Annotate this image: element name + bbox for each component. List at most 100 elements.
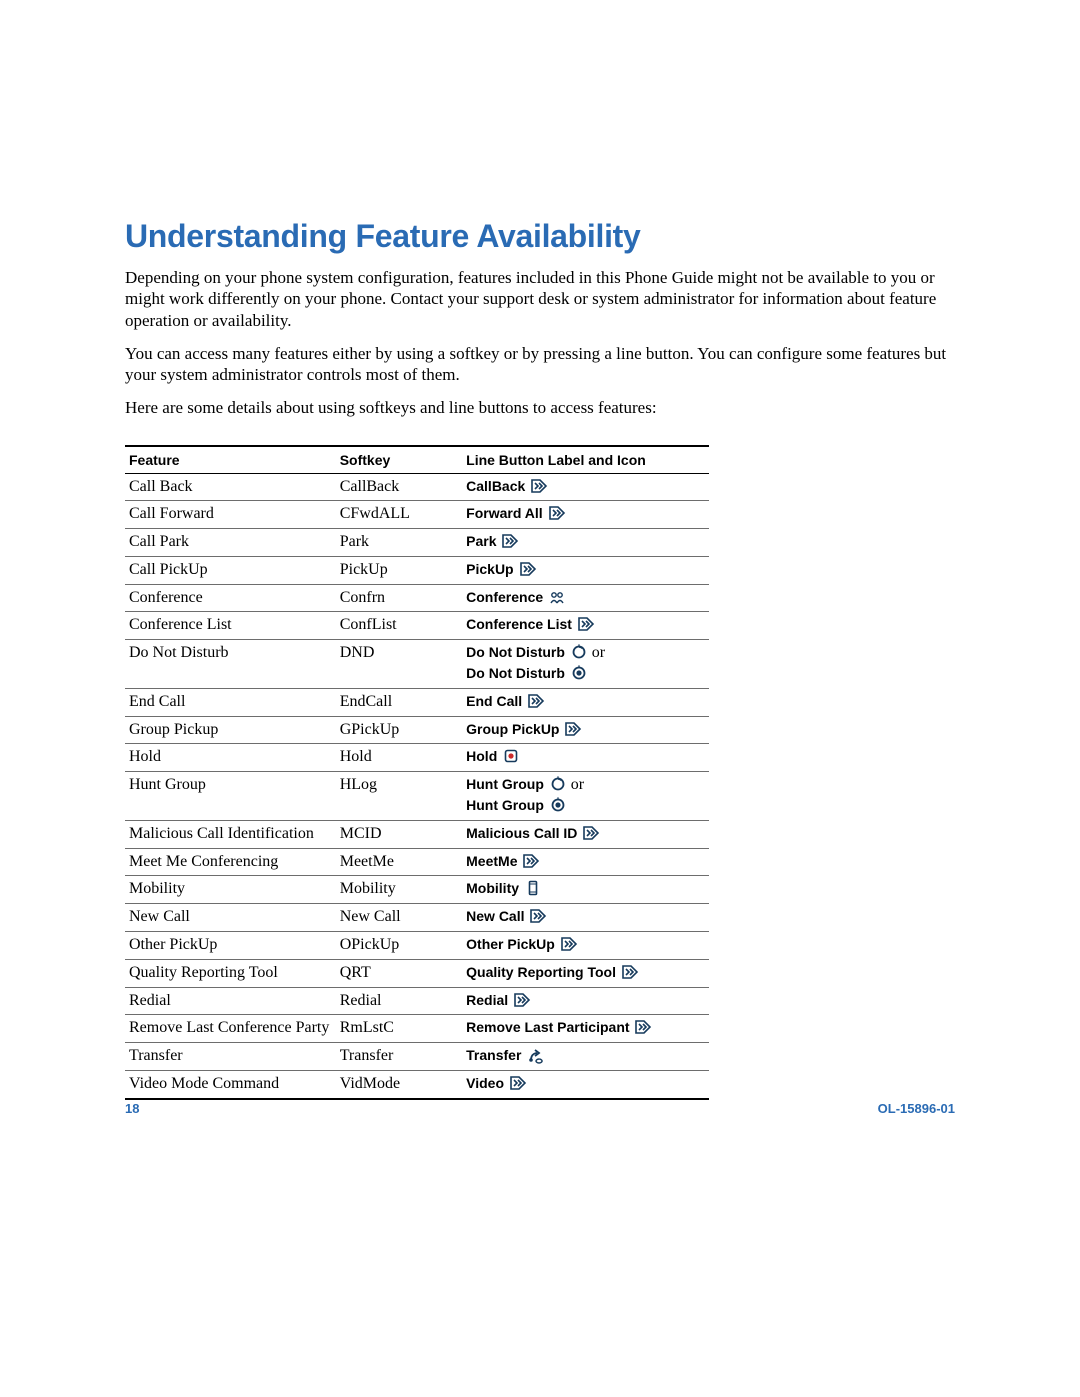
label-text: Transfer (466, 1047, 525, 1063)
chev-icon (635, 1019, 652, 1035)
cell-label: Remove Last Participant (462, 1015, 709, 1043)
cell-softkey: HLog (336, 772, 462, 821)
chev-icon (565, 721, 582, 737)
label-text: End Call (466, 693, 526, 709)
table-row: ConferenceConfrnConference (125, 584, 709, 612)
cell-label: MeetMe (462, 848, 709, 876)
cell-softkey: Transfer (336, 1043, 462, 1071)
table-row: Call ForwardCFwdALLForward All (125, 501, 709, 529)
cell-feature: Video Mode Command (125, 1071, 336, 1099)
cell-softkey: DND (336, 640, 462, 689)
chev-icon (514, 992, 531, 1008)
page-footer: 18 OL-15896-01 (125, 1101, 955, 1116)
label-text: MeetMe (466, 853, 521, 869)
table-row: End CallEndCallEnd Call (125, 688, 709, 716)
cell-label: Quality Reporting Tool (462, 959, 709, 987)
col-header-feature: Feature (125, 446, 336, 474)
dnd-off-icon (550, 776, 567, 792)
table-row: RedialRedialRedial (125, 987, 709, 1015)
chev-icon (520, 561, 537, 577)
table-row: Call PickUpPickUpPickUp (125, 556, 709, 584)
chev-icon (523, 853, 540, 869)
table-row: New CallNew CallNew Call (125, 904, 709, 932)
cell-feature: Call Back (125, 473, 336, 501)
label-suffix: or (567, 776, 584, 793)
cell-feature: New Call (125, 904, 336, 932)
label-text: Video (466, 1075, 508, 1091)
cell-feature: Do Not Disturb (125, 640, 336, 689)
cell-feature: Remove Last Conference Party (125, 1015, 336, 1043)
doc-id: OL-15896-01 (878, 1101, 955, 1116)
chev-icon (622, 964, 639, 980)
cell-softkey: QRT (336, 959, 462, 987)
cell-label: Group PickUp (462, 716, 709, 744)
intro-paragraph-2: You can access many features either by u… (125, 343, 955, 386)
cell-softkey: Confrn (336, 584, 462, 612)
label-text: Do Not Disturb (466, 665, 569, 681)
col-header-softkey: Softkey (336, 446, 462, 474)
cell-feature: Group Pickup (125, 716, 336, 744)
label-text: Hunt Group (466, 776, 548, 792)
intro-paragraph-1: Depending on your phone system configura… (125, 267, 955, 331)
hold-icon (503, 748, 520, 764)
label-text: Malicious Call ID (466, 825, 581, 841)
page-number: 18 (125, 1101, 139, 1116)
cell-softkey: PickUp (336, 556, 462, 584)
cell-feature: Call Forward (125, 501, 336, 529)
cell-softkey: OPickUp (336, 932, 462, 960)
cell-label: Conference (462, 584, 709, 612)
table-row: Quality Reporting ToolQRTQuality Reporti… (125, 959, 709, 987)
cell-label: PickUp (462, 556, 709, 584)
table-header-row: Feature Softkey Line Button Label and Ic… (125, 446, 709, 474)
page-title: Understanding Feature Availability (125, 218, 955, 255)
cell-label: Hold (462, 744, 709, 772)
cell-label: Redial (462, 987, 709, 1015)
cell-label: Hunt Group or Hunt Group (462, 772, 709, 821)
cell-feature: Quality Reporting Tool (125, 959, 336, 987)
cell-feature: Transfer (125, 1043, 336, 1071)
page-body: Understanding Feature Availability Depen… (125, 218, 955, 1100)
mobility-icon (525, 880, 542, 896)
cell-softkey: MeetMe (336, 848, 462, 876)
cell-softkey: RmLstC (336, 1015, 462, 1043)
intro-paragraph-3: Here are some details about using softke… (125, 397, 955, 418)
label-text: Other PickUp (466, 936, 559, 952)
cell-label: Other PickUp (462, 932, 709, 960)
label-text: Park (466, 533, 500, 549)
label-text: Conference (466, 589, 547, 605)
cell-label: End Call (462, 688, 709, 716)
feature-table: Feature Softkey Line Button Label and Ic… (125, 445, 709, 1100)
cell-feature: End Call (125, 688, 336, 716)
cell-label: CallBack (462, 473, 709, 501)
conf-icon (549, 589, 566, 605)
chev-icon (561, 936, 578, 952)
cell-feature: Hunt Group (125, 772, 336, 821)
chev-icon (549, 505, 566, 521)
cell-softkey: Hold (336, 744, 462, 772)
chev-icon (583, 825, 600, 841)
table-row: Other PickUpOPickUpOther PickUp (125, 932, 709, 960)
table-row: Call ParkParkPark (125, 529, 709, 557)
chev-icon (578, 616, 595, 632)
cell-softkey: EndCall (336, 688, 462, 716)
chev-icon (528, 693, 545, 709)
table-row: MobilityMobilityMobility (125, 876, 709, 904)
cell-feature: Mobility (125, 876, 336, 904)
cell-label: Video (462, 1071, 709, 1099)
label-suffix: or (588, 644, 605, 661)
cell-softkey: MCID (336, 820, 462, 848)
label-text: Hold (466, 748, 501, 764)
label-text: CallBack (466, 478, 529, 494)
table-body: Call BackCallBackCallBack Call ForwardCF… (125, 473, 709, 1099)
cell-label: Transfer (462, 1043, 709, 1071)
label-text: Conference List (466, 616, 576, 632)
label-text: Hunt Group (466, 797, 548, 813)
cell-softkey: CFwdALL (336, 501, 462, 529)
chev-icon (510, 1075, 527, 1091)
cell-label: Do Not Disturb orDo Not Disturb (462, 640, 709, 689)
cell-label: Malicious Call ID (462, 820, 709, 848)
label-text: Remove Last Participant (466, 1019, 633, 1035)
cell-softkey: New Call (336, 904, 462, 932)
cell-feature: Call Park (125, 529, 336, 557)
table-row: Remove Last Conference PartyRmLstCRemove… (125, 1015, 709, 1043)
